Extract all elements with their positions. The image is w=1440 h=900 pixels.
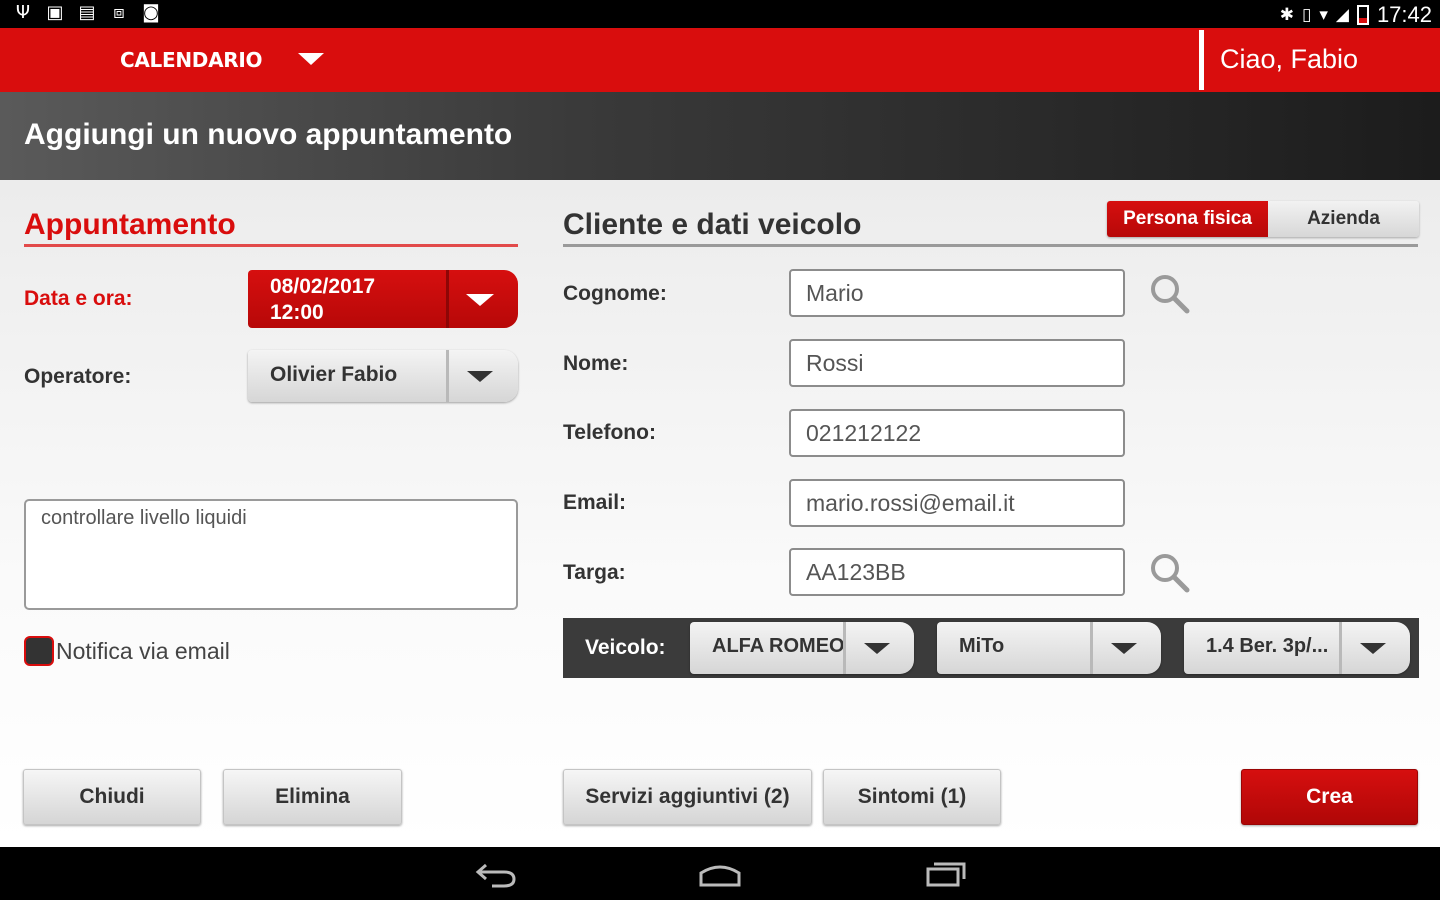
telefono-input[interactable] [789, 409, 1125, 457]
briefcase-icon: ⧈ [113, 2, 125, 23]
search-icon[interactable] [1147, 271, 1191, 315]
symptoms-button[interactable]: Sintomi (1) [823, 769, 1001, 825]
delete-button[interactable]: Elimina [223, 769, 402, 825]
date-value: 08/02/2017 [270, 275, 376, 298]
nome-label: Nome: [563, 352, 629, 375]
date-label: Data e ora: [24, 287, 133, 310]
toggle-azienda[interactable]: Azienda [1268, 201, 1419, 237]
recents-icon[interactable] [924, 859, 970, 889]
appointment-section-title: Appuntamento [24, 208, 236, 241]
file-icon: ▤ [78, 2, 96, 23]
operator-value: Olivier Fabio [270, 363, 398, 386]
bluetooth-icon: ✱ [1279, 5, 1294, 25]
page-title-band: Aggiungi un nuovo appuntamento [0, 92, 1440, 180]
chevron-down-icon[interactable] [467, 371, 493, 382]
vehicle-version-dropdown[interactable]: 1.4 Ber. 3p/... [1184, 622, 1410, 674]
targa-input[interactable] [789, 548, 1125, 596]
targa-label: Targa: [563, 561, 626, 584]
divider [563, 244, 1418, 247]
status-bar: Ψ ▣ ▤ ⧈ ◙ ✱ ▯ ▾ ◢ 17:42 [0, 0, 1440, 28]
date-time-text: 08/02/2017 12:00 [270, 274, 375, 326]
back-icon[interactable] [474, 859, 518, 889]
email-input[interactable] [789, 479, 1125, 527]
vehicle-brand-dropdown[interactable]: ALFA ROMEO [690, 622, 914, 674]
notification-icons: Ψ ▣ ▤ ⧈ ◙ [12, 3, 162, 23]
chevron-down-icon[interactable] [298, 53, 324, 65]
usb-icon: Ψ [15, 2, 31, 23]
operator-dropdown[interactable]: Olivier Fabio [248, 350, 518, 402]
home-icon[interactable] [697, 859, 743, 889]
date-time-dropdown[interactable]: 08/02/2017 12:00 [248, 270, 518, 328]
camera-icon: ◙ [142, 2, 160, 23]
vehicle-model-value: MiTo [959, 635, 1005, 657]
time-value: 12:00 [270, 301, 324, 324]
system-nav-bar [0, 847, 1440, 900]
chevron-down-icon[interactable] [1111, 643, 1137, 654]
clock: 17:42 [1376, 2, 1432, 27]
vehicle-label: Veicolo: [585, 636, 666, 659]
notes-textarea[interactable]: controllare livello liquidi [24, 499, 518, 610]
nome-input[interactable] [789, 339, 1125, 387]
battery-icon [1356, 5, 1369, 25]
toggle-persona-fisica[interactable]: Persona fisica [1107, 201, 1268, 237]
notify-email-label[interactable]: Notifica via email [56, 638, 230, 665]
dropdown-separator [843, 622, 846, 674]
vibrate-icon: ▯ [1301, 5, 1312, 25]
operator-label: Operatore: [24, 365, 132, 388]
user-greeting[interactable]: Ciao, Fabio [1220, 44, 1358, 75]
dropdown-separator [446, 350, 449, 402]
dropdown-separator [1339, 622, 1342, 674]
search-icon[interactable] [1147, 550, 1191, 594]
vehicle-brand-value: ALFA ROMEO [712, 635, 845, 657]
cognome-label: Cognome: [563, 282, 667, 305]
wifi-icon: ▾ [1319, 5, 1328, 25]
image-icon: ▣ [46, 2, 64, 23]
client-type-toggle[interactable]: Persona fisica Azienda [1107, 201, 1419, 237]
nav-dropdown-label[interactable]: CALENDARIO [120, 48, 263, 72]
vehicle-version-value: 1.4 Ber. 3p/... [1206, 635, 1329, 657]
divider [24, 244, 518, 247]
chevron-down-icon[interactable] [864, 643, 890, 654]
app-header: CALENDARIO Ciao, Fabio [0, 28, 1440, 92]
vehicle-model-dropdown[interactable]: MiTo [937, 622, 1161, 674]
extra-services-button[interactable]: Servizi aggiuntivi (2) [563, 769, 812, 825]
client-section-title: Cliente e dati veicolo [563, 208, 862, 241]
notify-email-checkbox[interactable] [24, 636, 54, 666]
email-label: Email: [563, 491, 627, 514]
create-button[interactable]: Crea [1241, 769, 1418, 825]
page-title: Aggiungi un nuovo appuntamento [24, 118, 513, 151]
header-divider [1199, 30, 1204, 90]
chevron-down-icon[interactable] [1360, 643, 1386, 654]
chevron-down-icon[interactable] [466, 294, 494, 306]
cognome-input[interactable] [789, 269, 1125, 317]
dropdown-separator [1090, 622, 1093, 674]
system-icons: ✱ ▯ ▾ ◢ 17:42 [1280, 2, 1432, 28]
close-button[interactable]: Chiudi [23, 769, 201, 825]
dropdown-separator [446, 270, 449, 328]
telefono-label: Telefono: [563, 421, 656, 444]
signal-icon: ◢ [1335, 5, 1349, 25]
